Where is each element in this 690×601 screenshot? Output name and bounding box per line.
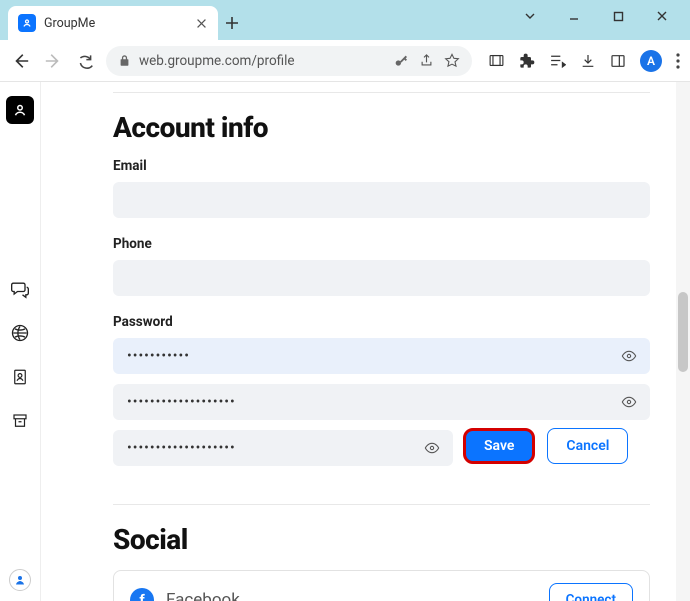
connect-button[interactable]: Connect <box>549 583 633 601</box>
email-label: Email <box>113 158 650 174</box>
scrollbar-track[interactable] <box>676 82 690 601</box>
close-tab-icon[interactable] <box>194 16 208 30</box>
groupme-logo[interactable] <box>6 96 34 124</box>
browser-tab-active[interactable]: GroupMe <box>8 6 218 40</box>
facebook-icon: f <box>130 588 154 601</box>
archive-icon[interactable] <box>9 410 31 432</box>
content-pane: Account info Email Phone Password <box>41 82 690 601</box>
email-field-group: Email <box>113 158 650 218</box>
url-text: web.groupme.com/profile <box>139 53 295 69</box>
eye-icon[interactable] <box>423 439 441 457</box>
addressbar-actions <box>393 53 460 69</box>
discover-icon[interactable] <box>9 322 31 344</box>
phone-field-group: Phone <box>113 236 650 296</box>
browser-titlebar: GroupMe <box>0 0 690 40</box>
key-icon[interactable] <box>393 53 409 69</box>
app-main: Account info Email Phone Password <box>0 82 690 601</box>
back-button[interactable] <box>10 50 32 72</box>
email-input[interactable] <box>113 182 650 218</box>
password-current-input[interactable] <box>113 338 650 374</box>
window-maximize-icon[interactable] <box>604 6 632 26</box>
browser-toolbar: web.groupme.com/profile A <box>0 40 690 82</box>
reload-button[interactable] <box>74 50 96 72</box>
social-title: Social <box>113 523 650 556</box>
person-icon <box>9 569 31 591</box>
chevron-down-icon[interactable] <box>516 6 544 26</box>
password-current-row <box>113 338 650 374</box>
eye-icon[interactable] <box>620 347 638 365</box>
extensions-icon[interactable] <box>519 53 535 69</box>
password-field-group: Password Save Cancel <box>113 314 650 464</box>
lock-icon <box>118 54 131 67</box>
sidebar-profile[interactable] <box>9 569 31 591</box>
password-confirm-input[interactable] <box>113 430 453 466</box>
account-info-title: Account info <box>113 111 650 144</box>
panel-icon[interactable] <box>610 53 626 69</box>
playlist-icon[interactable] <box>549 52 566 69</box>
password-confirm-row <box>113 430 650 466</box>
screenshot-icon[interactable] <box>488 52 505 69</box>
address-bar[interactable]: web.groupme.com/profile <box>106 46 472 76</box>
star-icon[interactable] <box>444 53 460 69</box>
window-close-icon[interactable] <box>648 6 676 26</box>
window-controls <box>516 0 690 26</box>
password-new-row <box>113 384 650 420</box>
groupme-favicon <box>18 14 36 32</box>
phone-input[interactable] <box>113 260 650 296</box>
password-new-input[interactable] <box>113 384 650 420</box>
tab-title: GroupMe <box>44 16 186 31</box>
window-minimize-icon[interactable] <box>560 6 588 26</box>
contacts-icon[interactable] <box>9 366 31 388</box>
share-icon[interactable] <box>419 53 434 68</box>
facebook-card: f Facebook Connect <box>113 570 650 601</box>
download-icon[interactable] <box>580 53 596 69</box>
password-label: Password <box>113 314 650 330</box>
new-tab-button[interactable] <box>218 6 246 40</box>
facebook-label: Facebook <box>166 590 537 601</box>
profile-avatar[interactable]: A <box>640 50 662 72</box>
toolbar-extensions: A <box>488 50 680 72</box>
eye-icon[interactable] <box>620 393 638 411</box>
scrollbar-thumb[interactable] <box>678 292 688 372</box>
forward-button[interactable] <box>42 50 64 72</box>
chats-icon[interactable] <box>9 278 31 300</box>
kebab-menu-icon[interactable] <box>676 53 680 69</box>
phone-label: Phone <box>113 236 650 252</box>
app-sidebar <box>0 82 41 601</box>
